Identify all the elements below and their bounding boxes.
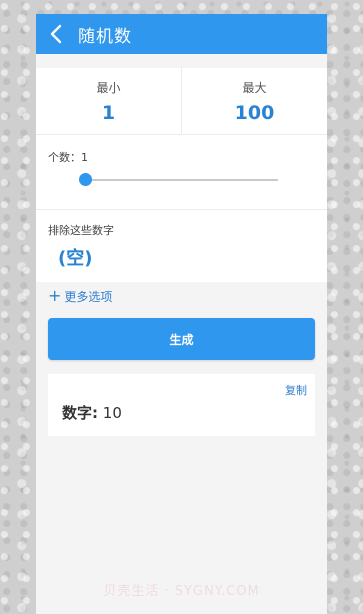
max-field[interactable]: 最大 100 [181, 68, 327, 134]
copy-button[interactable]: 复制 [285, 382, 307, 398]
max-label: 最大 [242, 80, 267, 95]
range-row: 最小 1 最大 100 [36, 68, 327, 135]
min-value[interactable]: 1 [102, 102, 115, 124]
min-label: 最小 [96, 80, 121, 95]
page-title: 随机数 [78, 26, 132, 47]
count-label: 个数：1 [48, 151, 88, 164]
generate-button[interactable]: 生成 [48, 318, 315, 360]
count-slider-thumb[interactable] [79, 173, 92, 186]
exclude-value[interactable]: (空) [58, 244, 92, 270]
count-slider-track[interactable] [86, 179, 278, 181]
max-value[interactable]: 100 [235, 102, 275, 124]
plus-icon: + [48, 286, 62, 305]
back-button[interactable] [36, 14, 76, 54]
app-bar: 随机数 [36, 14, 327, 54]
watermark: 贝壳生活 · SYGNY.COM [103, 584, 260, 599]
result-text: 数字: 10 [62, 402, 122, 423]
result-prefix: 数字: [62, 404, 98, 422]
app-screen: 随机数 最小 1 最大 100 个数：1 排除这些数字 (空) + 更多选项 生… [36, 14, 327, 614]
chevron-left-icon [50, 24, 62, 44]
result-card: 复制 数字: 10 [48, 374, 315, 436]
count-row: 个数：1 [36, 135, 327, 210]
settings-card: 最小 1 最大 100 个数：1 排除这些数字 (空) [36, 68, 327, 282]
more-options-label: 更多选项 [64, 289, 113, 304]
min-field[interactable]: 最小 1 [36, 68, 181, 134]
more-options-link[interactable]: + 更多选项 [36, 282, 327, 310]
result-value: 10 [102, 404, 122, 422]
exclude-label: 排除这些数字 [48, 224, 114, 237]
exclude-row[interactable]: 排除这些数字 (空) [36, 210, 327, 282]
